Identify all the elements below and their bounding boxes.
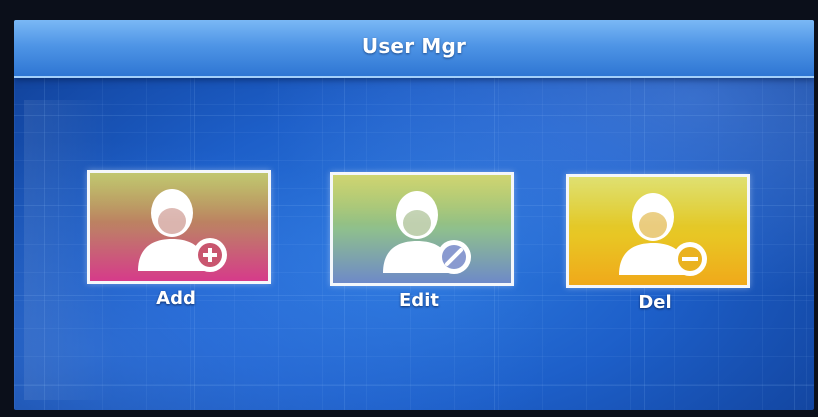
add-label: Add xyxy=(156,288,196,309)
screen: User Mgr Add Edit Del xyxy=(14,20,814,410)
edit-user-tile[interactable] xyxy=(330,172,514,286)
user-add-icon xyxy=(138,189,227,272)
user-delete-icon xyxy=(619,193,707,276)
edit-label: Edit xyxy=(399,290,439,311)
delete-user-tile[interactable] xyxy=(566,174,750,288)
title-bar: User Mgr xyxy=(14,20,814,78)
del-label: Del xyxy=(638,292,672,313)
add-user-tile[interactable] xyxy=(87,170,271,284)
delete-user-button[interactable]: Del xyxy=(566,174,750,324)
device-bezel: User Mgr Add Edit Del xyxy=(0,0,818,417)
user-edit-icon xyxy=(383,191,471,274)
page-title: User Mgr xyxy=(361,34,467,58)
add-user-button[interactable]: Add xyxy=(87,170,271,320)
edit-user-button[interactable]: Edit xyxy=(330,172,514,322)
